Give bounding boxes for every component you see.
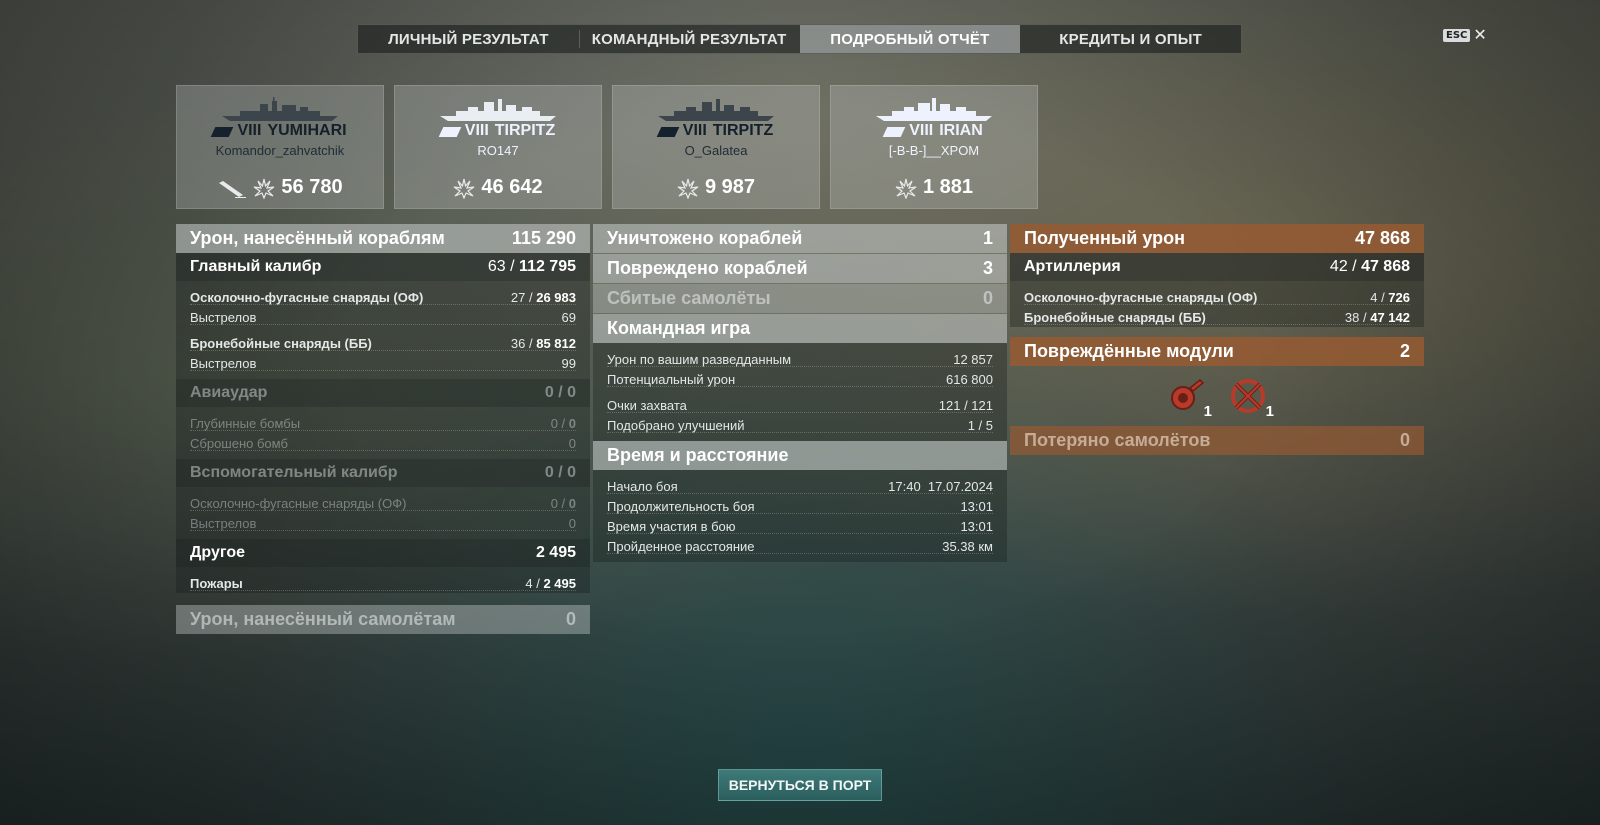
main-ap-shots-row: Выстрелов 99	[176, 353, 590, 373]
nation-flag-icon	[438, 127, 462, 137]
damage-received-panel: Полученный урон 47 868 Артиллерия 42 / 47…	[1010, 224, 1424, 455]
close-icon[interactable]: ✕	[1473, 27, 1486, 43]
secondary-battery-row: Вспомогательный калибр 0 / 0	[176, 459, 590, 487]
damage-burst-icon	[254, 178, 275, 199]
secondary-shots-row: Выстрелов 0	[176, 513, 590, 533]
ship-title: TIRPITZ	[712, 122, 774, 139]
ship-name: VIII TIRPITZ	[438, 122, 556, 140]
damaged-modules-header: Повреждённые модули 2	[1010, 337, 1424, 366]
bombs-dropped-row: Сброшено бомб 0	[176, 433, 590, 453]
damage-burst-icon	[677, 178, 699, 199]
ship-tier: VIII	[237, 122, 262, 139]
potential-damage-row: Потенциальный урон 616 800	[593, 369, 1007, 389]
received-he-row: Осколочно-фугасные снаряды (ОФ) 4 / 726	[1010, 287, 1424, 307]
damage-value: 56 780	[281, 176, 343, 198]
damage-burst-icon	[454, 178, 475, 199]
ship-tier: VIII	[909, 122, 934, 139]
nation-flag-icon	[882, 127, 906, 137]
tab-detailed-report[interactable]: ПОДРОБНЫЙ ОТЧЁТ	[799, 25, 1021, 53]
ship-card[interactable]: VIII TIRPITZ O_Galatea 9 987	[612, 85, 820, 209]
player-name: O_Galatea	[684, 143, 748, 158]
destroyed-ships-row: Уничтожено кораблей 1	[593, 224, 1007, 253]
esc-key-hint: ESC	[1443, 28, 1471, 42]
time-distance-header: Время и расстояние	[593, 441, 1007, 470]
card-damage: 46 642	[453, 176, 543, 199]
planes-lost-row: Потеряно самолётов 0	[1010, 426, 1424, 455]
ship-damage-value: 115 290	[511, 228, 576, 248]
team-play-header: Командная игра	[593, 314, 1007, 343]
damaged-modules-list: 1 1	[1010, 366, 1424, 426]
card-damage: 1 881	[895, 176, 973, 199]
damage-burst-icon	[895, 178, 917, 199]
battle-summary-panel: Уничтожено кораблей 1 Повреждено кораблей…	[593, 224, 1007, 562]
damage-value: 1 881	[922, 176, 974, 198]
damage-value: 9 987	[704, 176, 756, 198]
artillery-row: Артиллерия 42 / 47 868	[1010, 253, 1424, 281]
spotting-damage-row: Урон по вашим разведданным 12 857	[593, 349, 1007, 369]
ship-card[interactable]: VIII IRIAN [-B-B-]__XPOM 1 881	[830, 85, 1038, 209]
other-damage-row: Другое 2 495	[176, 539, 590, 567]
main-battery-row: Главный калибр 63 / 112 795	[176, 253, 590, 281]
ship-tier: VIII	[682, 122, 707, 139]
tab-credits-xp[interactable]: КРЕДИТЫ И ОПЫТ	[1020, 25, 1241, 53]
tab-personal-result[interactable]: ЛИЧНЫЙ РЕЗУЛЬТАТ	[358, 25, 579, 53]
player-name: [-B-B-]__XPOM	[888, 143, 980, 158]
battle-start-row: Начало боя 17:40 17.07.2024	[593, 476, 1007, 496]
battle-duration-row: Продолжительность боя 13:01	[593, 496, 1007, 516]
participation-time-row: Время участия в бою 13:01	[593, 516, 1007, 536]
ship-damage-label: Урон, нанесённый кораблям	[190, 228, 445, 248]
player-name: Komandor_zahvatchik	[215, 143, 345, 158]
ship-title: TIRPITZ	[494, 122, 556, 139]
ammo-module-icon[interactable]: 1	[1166, 376, 1212, 420]
secondary-he-row: Осколочно-фугасные снаряды (ОФ) 0 / 0	[176, 493, 590, 513]
nation-flag-icon	[656, 127, 680, 137]
close-button[interactable]: ESC ✕	[1443, 27, 1487, 43]
airstrike-row: Авиаудар 0 / 0	[176, 379, 590, 407]
ship-title: IRIAN	[939, 122, 983, 139]
return-to-port-button[interactable]: ВЕРНУТЬСЯ В ПОРТ	[718, 769, 882, 801]
card-damage: 56 780	[217, 176, 343, 199]
capture-points-row: Очки захвата 121 / 121	[593, 395, 1007, 415]
ship-silhouette-icon	[658, 99, 774, 121]
ship-name: VIII TIRPITZ	[656, 122, 774, 140]
player-name: RO147	[477, 143, 519, 158]
ship-card[interactable]: VIII TIRPITZ RO147 46 642	[394, 85, 602, 209]
main-battery-label: Главный калибр	[190, 258, 322, 275]
ship-damage-header: Урон, нанесённый кораблям 115 290	[176, 224, 590, 253]
main-he-row: Осколочно-фугасные снаряды (ОФ) 27 / 26 …	[176, 287, 590, 307]
planes-shot-row: Сбитые самолёты 0	[593, 284, 1007, 313]
torpedo-hit-icon	[219, 180, 247, 198]
damaged-ships-row: Повреждено кораблей 3	[593, 254, 1007, 283]
ship-silhouette-icon	[440, 99, 556, 121]
fires-row: Пожары 4 / 2 495	[176, 573, 590, 593]
ship-silhouette-icon	[222, 97, 338, 121]
main-he-shots-row: Выстрелов 69	[176, 307, 590, 327]
ship-card[interactable]: VIII YUMIHARI Komandor_zahvatchik 56 780	[176, 85, 384, 209]
depth-charges-row: Глубинные бомбы 0 / 0	[176, 413, 590, 433]
ship-cards: VIII YUMIHARI Komandor_zahvatchik 56 780	[176, 85, 1038, 209]
main-battery-value: 63 / 112 795	[487, 258, 576, 275]
ship-name: VIII YUMIHARI	[211, 122, 347, 140]
upgrades-row: Подобрано улучшений 1 / 5	[593, 415, 1007, 435]
ship-title: YUMIHARI	[267, 122, 347, 139]
card-damage: 9 987	[677, 176, 755, 199]
received-damage-header: Полученный урон 47 868	[1010, 224, 1424, 253]
steering-module-icon[interactable]: 1	[1228, 376, 1274, 420]
plane-damage-header: Урон, нанесённый самолётам 0	[176, 605, 590, 634]
ship-tier: VIII	[464, 122, 489, 139]
ship-name: VIII IRIAN	[882, 122, 983, 140]
damage-dealt-panel: Урон, нанесённый кораблям 115 290 Главны…	[176, 224, 590, 634]
tab-team-result[interactable]: КОМАНДНЫЙ РЕЗУЛЬТАТ	[578, 25, 800, 53]
damage-value: 46 642	[481, 176, 543, 198]
received-ap-row: Бронебойные снаряды (ББ) 38 / 47 142	[1010, 307, 1424, 327]
result-tabs: ЛИЧНЫЙ РЕЗУЛЬТАТ КОМАНДНЫЙ РЕЗУЛЬТАТ ПОД…	[357, 24, 1242, 54]
nation-flag-icon	[211, 127, 234, 137]
ship-silhouette-icon	[876, 98, 992, 121]
distance-row: Пройденное расстояние 35.38 км	[593, 536, 1007, 556]
main-ap-row: Бронебойные снаряды (ББ) 36 / 85 812	[176, 333, 590, 353]
